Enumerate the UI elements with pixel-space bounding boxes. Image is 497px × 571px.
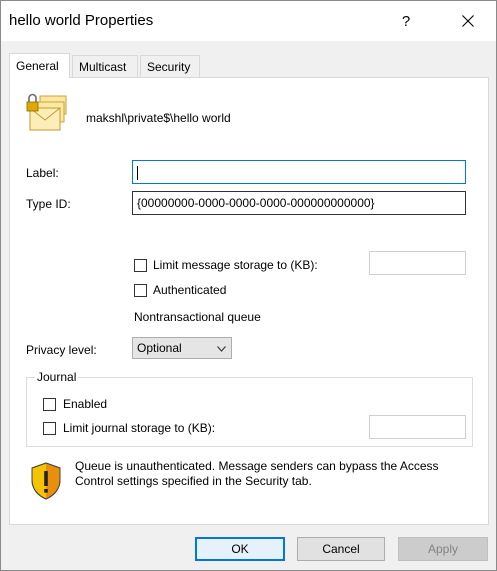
unauthenticated-warning-text: Queue is unauthenticated. Message sender… <box>75 459 439 488</box>
privacy-level-select[interactable]: Optional <box>132 337 232 359</box>
warning-shield-icon <box>31 462 61 500</box>
journal-limit-input[interactable] <box>369 415 466 439</box>
title-bar: hello world Properties ? <box>1 1 496 41</box>
journal-groupbox: Journal Enabled Limit journal storage to… <box>26 370 473 447</box>
authenticated-checkbox[interactable] <box>134 284 147 297</box>
cancel-label: Cancel <box>322 542 360 556</box>
tab-label: Multicast <box>79 60 127 74</box>
type-id-caption: Type ID: <box>26 197 71 211</box>
authenticated-label: Authenticated <box>153 283 227 297</box>
journal-title: Journal <box>35 370 79 384</box>
privacy-level-caption: Privacy level: <box>26 343 97 357</box>
cancel-button[interactable]: Cancel <box>297 537 385 561</box>
journal-enabled-label: Enabled <box>63 397 108 411</box>
limit-storage-label: Limit message storage to (KB): <box>153 258 318 272</box>
tab-multicast[interactable]: Multicast <box>72 55 138 77</box>
label-caption: Label: <box>26 166 59 180</box>
help-label: ? <box>401 12 411 30</box>
label-input[interactable] <box>132 160 466 184</box>
text-caret <box>137 165 138 180</box>
help-button[interactable]: ? <box>383 1 429 41</box>
journal-limit-checkbox[interactable] <box>43 422 56 435</box>
queue-type-text: Nontransactional queue <box>134 310 261 324</box>
queue-icon <box>26 93 67 131</box>
queue-path: makshl\private$\hello world <box>86 111 231 125</box>
ok-label: OK <box>231 542 249 556</box>
tab-security[interactable]: Security <box>140 55 200 77</box>
tab-label: Security <box>147 60 191 74</box>
apply-label: Apply <box>427 542 459 556</box>
apply-button: Apply <box>398 537 488 561</box>
general-tab-panel: makshl\private$\hello world Label: Type … <box>9 77 489 525</box>
close-icon <box>462 15 474 27</box>
tab-general[interactable]: General <box>9 53 70 78</box>
window-title: hello world Properties <box>9 12 154 29</box>
ok-button[interactable]: OK <box>195 537 285 561</box>
tab-label: General <box>16 59 59 73</box>
close-button[interactable] <box>445 1 491 41</box>
properties-dialog: hello world Properties ? General Multica… <box>0 0 497 571</box>
privacy-level-value: Optional <box>137 341 182 355</box>
journal-enabled-checkbox[interactable] <box>43 398 56 411</box>
type-id-value: {00000000-0000-0000-0000-000000000000} <box>137 196 375 210</box>
limit-storage-checkbox[interactable] <box>134 259 147 272</box>
limit-storage-input[interactable] <box>369 251 466 275</box>
journal-limit-label: Limit journal storage to (KB): <box>63 421 216 435</box>
chevron-down-icon <box>217 346 226 352</box>
type-id-input[interactable]: {00000000-0000-0000-0000-000000000000} <box>132 191 466 215</box>
